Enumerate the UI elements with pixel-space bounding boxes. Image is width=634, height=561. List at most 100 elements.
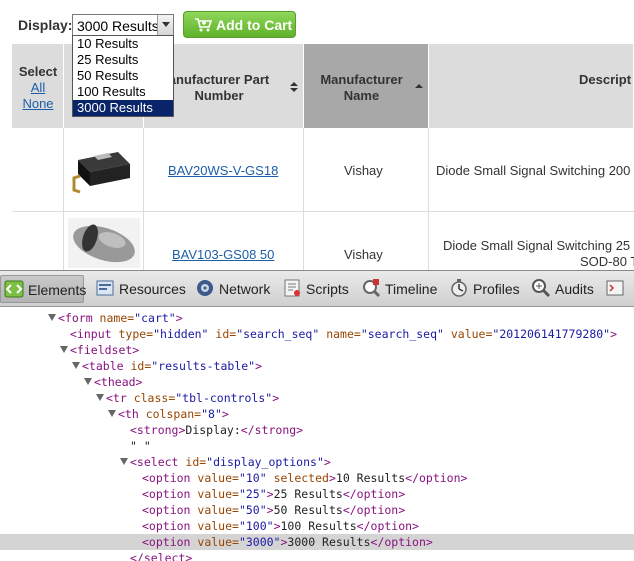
row-select-cell[interactable] bbox=[12, 128, 64, 211]
row-description-cell: Diode Small Signal Switching 200 bbox=[429, 128, 634, 211]
dom-attr-value: "results-table" bbox=[151, 359, 256, 373]
dom-tag: > bbox=[175, 311, 183, 325]
dom-text: 10 Results bbox=[335, 471, 406, 485]
dom-attr-value: "3000" bbox=[238, 535, 281, 549]
dom-node-tr[interactable]: <tr class="tbl-controls"> bbox=[0, 390, 634, 406]
expand-triangle-icon[interactable] bbox=[60, 346, 68, 353]
dom-tag: </option> bbox=[342, 487, 406, 501]
add-to-cart-button[interactable]: Add to Cart bbox=[183, 11, 296, 38]
dom-node-input[interactable]: <input type="hidden" id="search_seq" nam… bbox=[0, 326, 634, 342]
select-none-link[interactable]: None bbox=[12, 96, 64, 112]
dom-tag: </option> bbox=[342, 503, 406, 517]
option-3000-results[interactable]: 3000 Results bbox=[73, 100, 173, 116]
dom-tag: <table bbox=[82, 359, 124, 373]
dom-tag: <form bbox=[58, 311, 93, 325]
tab-audits-label: Audits bbox=[555, 281, 594, 297]
dom-node-select-close[interactable]: </select> bbox=[0, 550, 634, 561]
dom-attr-name: colspan= bbox=[138, 407, 202, 421]
dom-tag: > bbox=[273, 519, 281, 533]
elements-icon bbox=[4, 280, 24, 298]
row-select-cell[interactable] bbox=[12, 212, 64, 270]
header-description[interactable]: Descript bbox=[429, 44, 634, 128]
tab-resources[interactable]: Resources bbox=[92, 275, 186, 303]
dom-tag: </strong> bbox=[240, 423, 304, 437]
header-desc-label: Descript bbox=[579, 72, 632, 87]
option-50-results[interactable]: 50 Results bbox=[73, 68, 173, 84]
table-row: BAV103-GS08 50 Vishay Diode Small Signal… bbox=[12, 212, 634, 270]
webpage-viewport: Display: 3000 Results Add to Cart Select… bbox=[0, 0, 634, 270]
dom-node-option[interactable]: <option value="50">50 Results</option> bbox=[0, 502, 634, 518]
dom-node-option-selected[interactable]: <option value="3000">3000 Results</optio… bbox=[0, 534, 634, 550]
tab-audits[interactable]: Audits bbox=[528, 275, 596, 303]
dom-node-thead[interactable]: <thead> bbox=[0, 374, 634, 390]
select-all-link[interactable]: All bbox=[12, 80, 64, 96]
expand-triangle-icon[interactable] bbox=[72, 362, 80, 369]
expand-triangle-icon[interactable] bbox=[48, 314, 56, 321]
dom-tag: > bbox=[323, 455, 331, 469]
description-text: Diode Small Signal Switching 200 bbox=[436, 163, 631, 178]
dom-tag: </option> bbox=[405, 471, 468, 485]
tab-console[interactable] bbox=[602, 275, 632, 303]
dom-attr-value: "100" bbox=[238, 519, 274, 533]
dom-attr-name: value= bbox=[190, 519, 239, 533]
row-manufacturer-cell: Vishay bbox=[304, 128, 429, 211]
dom-tag: > bbox=[255, 359, 263, 373]
dom-text: 3000 Results bbox=[287, 535, 371, 549]
option-25-results[interactable]: 25 Results bbox=[73, 52, 173, 68]
tab-network[interactable]: Network bbox=[192, 275, 272, 303]
expand-triangle-icon[interactable] bbox=[120, 458, 128, 465]
expand-triangle-icon[interactable] bbox=[84, 378, 92, 385]
description-text: Diode Small Signal Switching 25 bbox=[443, 238, 631, 253]
dom-attr-name: name= bbox=[319, 327, 361, 341]
display-select[interactable]: 3000 Results bbox=[72, 14, 174, 36]
dom-tag: <select bbox=[130, 455, 179, 469]
audits-icon bbox=[532, 279, 551, 298]
dom-node-option[interactable]: <option value="100">100 Results</option> bbox=[0, 518, 634, 534]
dom-tag: <strong> bbox=[130, 423, 186, 437]
dom-tag: </select> bbox=[130, 551, 193, 561]
row-part-cell: BAV103-GS08 50 bbox=[144, 212, 304, 270]
header-mfr-line2: Name bbox=[343, 88, 380, 103]
row-image-cell bbox=[64, 212, 144, 270]
part-number-link[interactable]: BAV103-GS08 50 bbox=[172, 247, 274, 262]
option-100-results[interactable]: 100 Results bbox=[73, 84, 173, 100]
tab-profiles[interactable]: Profiles bbox=[446, 275, 522, 303]
tab-elements[interactable]: Elements bbox=[0, 275, 86, 303]
header-select: Select All None bbox=[12, 44, 64, 128]
dom-node-select[interactable]: <select id="display_options"> bbox=[0, 454, 634, 470]
dom-node-th[interactable]: <th colspan="8"> bbox=[0, 406, 634, 422]
dom-node-strong[interactable]: <strong>Display:</strong> bbox=[0, 422, 634, 438]
dom-attr-value: "8" bbox=[201, 407, 222, 421]
dom-text: 25 Results bbox=[273, 487, 343, 501]
dom-node-fieldset[interactable]: <fieldset> bbox=[0, 342, 634, 358]
display-select-value: 3000 Results bbox=[77, 18, 159, 34]
cart-icon bbox=[195, 18, 212, 32]
expand-triangle-icon[interactable] bbox=[108, 410, 116, 417]
table-row: BAV20WS-V-GS18 Vishay Diode Small Signal… bbox=[12, 128, 634, 212]
manufacturer-name: Vishay bbox=[344, 247, 383, 262]
header-mfr-line1: Manufacturer bbox=[320, 72, 403, 87]
expand-triangle-icon[interactable] bbox=[96, 394, 104, 401]
tab-scripts[interactable]: Scripts bbox=[279, 275, 351, 303]
devtools-panel: Elements Resources Network Scripts Timel… bbox=[0, 270, 634, 561]
dom-node-text[interactable]: " " bbox=[0, 438, 634, 454]
dom-node-option[interactable]: <option value="10" selected>10 Results</… bbox=[0, 470, 634, 486]
dom-attr-value: "cart" bbox=[134, 311, 176, 325]
display-options-dropdown: 10 Results 25 Results 50 Results 100 Res… bbox=[72, 35, 174, 117]
chevron-down-icon[interactable] bbox=[157, 15, 173, 35]
dom-attr-name: id= bbox=[208, 327, 237, 341]
dom-node-table[interactable]: <table id="results-table"> bbox=[0, 358, 634, 374]
tab-network-label: Network bbox=[219, 281, 271, 297]
dom-attr-name: type= bbox=[111, 327, 154, 341]
dom-tag: > bbox=[272, 391, 280, 405]
dom-text: " " bbox=[130, 439, 151, 453]
dom-tag: <input bbox=[70, 327, 112, 341]
component-image bbox=[68, 218, 140, 268]
option-10-results[interactable]: 10 Results bbox=[73, 36, 173, 52]
dom-attr-name: id= bbox=[178, 455, 207, 469]
dom-node-option[interactable]: <option value="25">25 Results</option> bbox=[0, 486, 634, 502]
dom-node-form[interactable]: <form name="cart"> bbox=[0, 310, 634, 326]
tab-timeline[interactable]: Timeline bbox=[358, 275, 440, 303]
part-number-link[interactable]: BAV20WS-V-GS18 bbox=[168, 163, 278, 178]
header-manufacturer[interactable]: Manufacturer Name bbox=[304, 44, 429, 128]
